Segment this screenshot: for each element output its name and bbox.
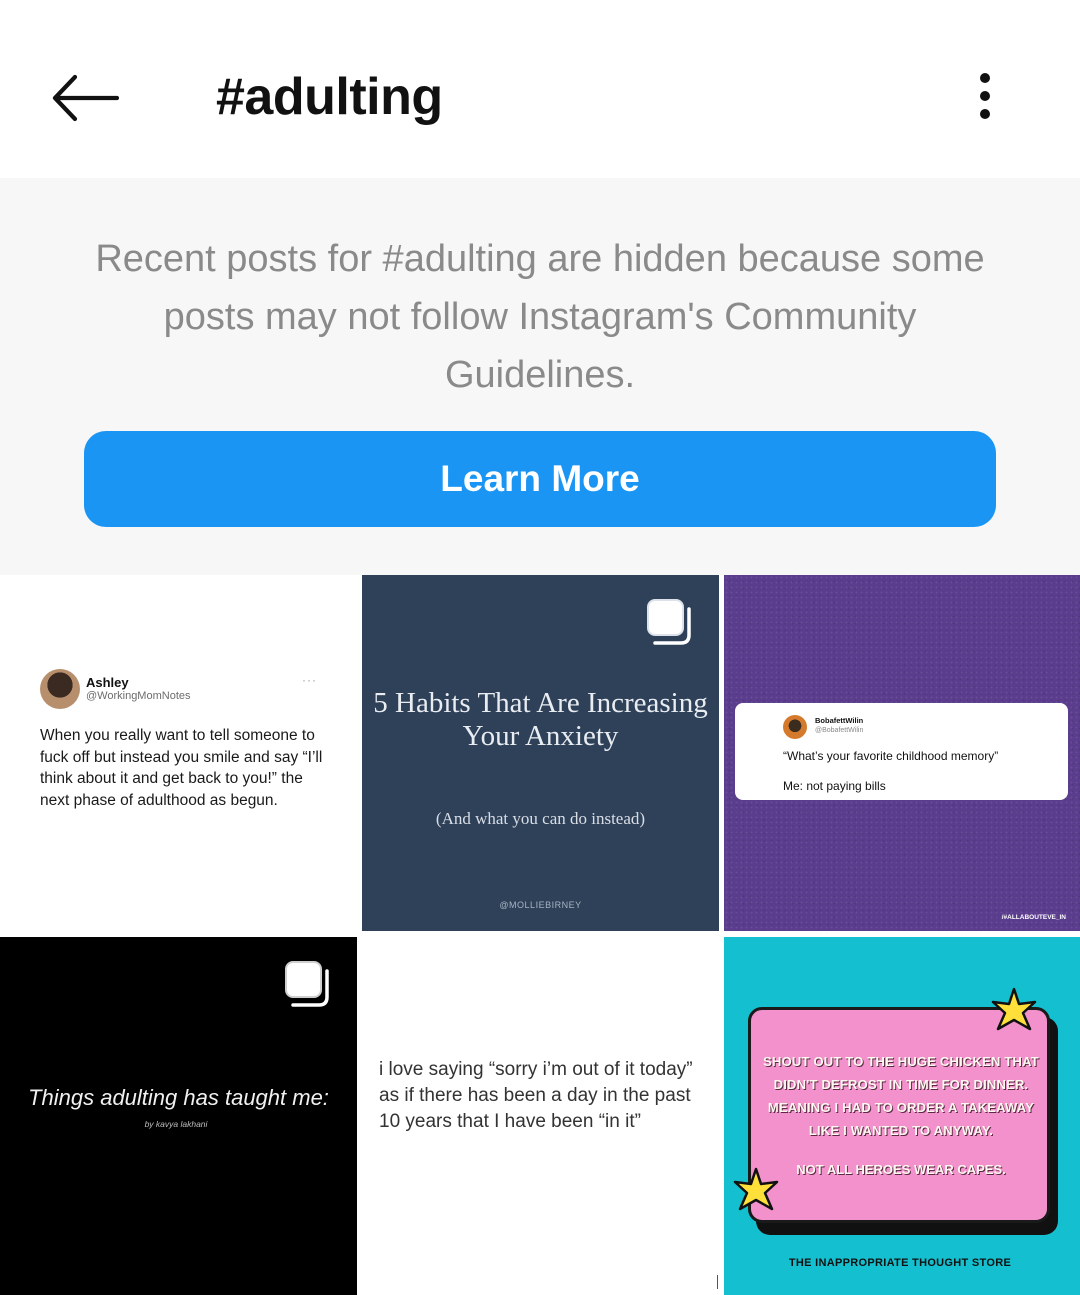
post-message: SHOUT OUT TO THE HUGE CHICKEN THAT DIDN'… [763,1054,1039,1138]
post-text: i love saying “sorry i’m out of it today… [379,1059,693,1132]
hidden-posts-notice: Recent posts for #adulting are hidden be… [0,178,1080,575]
post-text: Things adulting has taught me: [28,1085,329,1110]
tweet-card: BobafettWilin @BobafettWilin “What’s you… [735,703,1068,800]
post-tile-huge-chicken[interactable]: SHOUT OUT TO THE HUGE CHICKEN THAT DIDN'… [724,937,1080,1295]
post-tile-anxiety-habits[interactable]: 5 Habits That Are Increasing Your Anxiet… [362,575,719,931]
post-tagline: NOT ALL HEROES WEAR CAPES. [796,1162,1006,1177]
post-tile-ashley-tweet[interactable]: Ashley @WorkingMomNotes ··· When you rea… [0,575,357,931]
post-tile-adulting-lessons[interactable]: Things adulting has taught me: by kavya … [0,937,357,1295]
tweet-handle: @WorkingMomNotes [86,690,191,702]
tweet-handle: @BobafettWilin [815,727,864,734]
page-title: #adulting [216,68,443,126]
avatar [783,715,807,739]
post-heading: 5 Habits That Are Increasing Your Anxiet… [373,687,708,752]
star-icon [991,987,1037,1031]
more-vertical-icon [980,73,990,119]
learn-more-button[interactable]: Learn More [84,431,996,527]
store-name: THE INAPPROPRIATE THOUGHT STORE [788,1257,1012,1269]
notice-message: Recent posts for #adulting are hidden be… [95,238,985,396]
tweet-menu-dots: ··· [302,673,317,687]
post-credit: @MOLLIEBIRNEY [499,900,582,910]
tweet-author: BobafettWilin [815,716,864,725]
avatar [40,669,80,709]
post-byline: by kavya lakhani [144,1119,208,1129]
post-tile-childhood-memory[interactable]: BobafettWilin @BobafettWilin “What’s you… [724,575,1080,931]
tweet-text: When you really want to tell someone to … [40,727,323,810]
back-button[interactable] [44,62,124,134]
divider [717,1275,718,1289]
arrow-left-icon [52,74,119,122]
tweet-author: Ashley [86,675,129,690]
post-credit: /#ALLABOUTEVE_IN [1001,914,1066,921]
post-tile-out-of-it[interactable]: i love saying “sorry i’m out of it today… [362,937,719,1295]
post-subheading: (And what you can do instead) [435,809,646,828]
quote-card: SHOUT OUT TO THE HUGE CHICKEN THAT DIDN'… [748,1007,1050,1223]
tweet-answer: Me: not paying bills [783,779,886,793]
star-icon [733,1167,779,1211]
carousel-icon [647,599,691,645]
more-options-button[interactable] [958,62,1012,132]
carousel-icon [285,961,329,1007]
tweet-question: “What’s your favorite childhood memory” [783,749,999,763]
top-bar: #adulting [0,0,1080,178]
